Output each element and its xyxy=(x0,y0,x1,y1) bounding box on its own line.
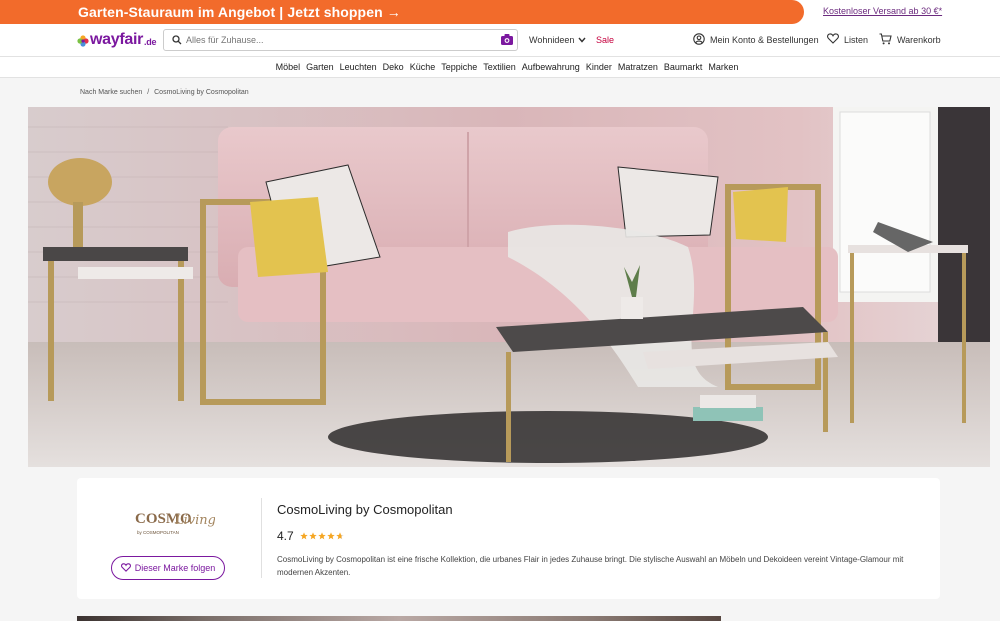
star-icon xyxy=(318,532,326,540)
breadcrumb-current: CosmoLiving by Cosmopolitan xyxy=(154,89,249,96)
card-divider xyxy=(261,498,262,578)
category-baumarkt[interactable]: Baumarkt xyxy=(664,62,703,72)
star-icon xyxy=(309,532,317,540)
heart-icon xyxy=(120,562,131,574)
follow-brand-button[interactable]: Dieser Marke folgen xyxy=(111,556,225,580)
logo-text: wayfair xyxy=(90,31,144,48)
brand-logo-subtext: by COSMOPOLITAN xyxy=(137,530,179,535)
nav-wohnideen[interactable]: Wohnideen xyxy=(529,35,586,45)
category-matratzen[interactable]: Matratzen xyxy=(618,62,658,72)
category-textilien[interactable]: Textilien xyxy=(483,62,516,72)
cart-icon xyxy=(879,33,892,47)
breadcrumb-parent[interactable]: Nach Marke suchen xyxy=(80,89,142,96)
free-shipping-link[interactable]: Kostenloser Versand ab 30 €* xyxy=(823,6,942,16)
category-deko[interactable]: Deko xyxy=(383,62,404,72)
category-aufbewahrung[interactable]: Aufbewahrung xyxy=(522,62,580,72)
category-leuchten[interactable]: Leuchten xyxy=(340,62,377,72)
account-label: Mein Konto & Bestellungen xyxy=(710,35,819,45)
chevron-down-icon xyxy=(578,35,586,45)
brand-card: COSMO Living by COSMOPOLITAN Dieser Mark… xyxy=(77,478,940,599)
logo-pinwheel-icon xyxy=(77,34,89,47)
category-marken[interactable]: Marken xyxy=(708,62,738,72)
brand-title: CosmoLiving by Cosmopolitan xyxy=(277,502,453,517)
breadcrumb-separator: / xyxy=(147,89,150,96)
promo-text[interactable]: Garten-Stauraum im Angebot | Jetzt shopp… xyxy=(78,4,401,20)
header: wayfair .de Wohnideen Sale Mein Konto & … xyxy=(0,24,1000,57)
promo-banner[interactable]: Garten-Stauraum im Angebot | Jetzt shopp… xyxy=(0,0,804,24)
search-input[interactable] xyxy=(186,35,517,45)
camera-icon[interactable] xyxy=(500,33,514,51)
nav-wohnideen-label: Wohnideen xyxy=(529,35,575,45)
breadcrumb: Nach Marke suchen / CosmoLiving by Cosmo… xyxy=(80,89,252,96)
category-kinder[interactable]: Kinder xyxy=(586,62,612,72)
category-teppiche[interactable]: Teppiche xyxy=(441,62,477,72)
lists-link[interactable]: Listen xyxy=(827,33,868,46)
search-bar[interactable] xyxy=(163,29,518,51)
logo-suffix: .de xyxy=(144,37,157,47)
search-icon[interactable] xyxy=(168,35,186,45)
category-kueche[interactable]: Küche xyxy=(410,62,436,72)
promo-bar: Garten-Stauraum im Angebot | Jetzt shopp… xyxy=(0,0,1000,24)
star-icon xyxy=(300,532,308,540)
cart-link[interactable]: Warenkorb xyxy=(879,33,941,47)
star-rating xyxy=(300,532,344,540)
heart-icon xyxy=(827,33,839,46)
brand-logo-script: Living xyxy=(174,513,215,528)
follow-brand-label: Dieser Marke folgen xyxy=(134,563,216,573)
brand-rating[interactable]: 4.7 xyxy=(277,529,344,543)
category-garten[interactable]: Garten xyxy=(306,62,334,72)
star-icon xyxy=(327,532,335,540)
category-moebel[interactable]: Möbel xyxy=(276,62,301,72)
user-icon xyxy=(693,33,705,47)
wayfair-logo[interactable]: wayfair .de xyxy=(77,31,156,49)
nav-sale[interactable]: Sale xyxy=(596,35,614,45)
hero-image xyxy=(28,107,990,467)
category-nav: Möbel Garten Leuchten Deko Küche Teppich… xyxy=(0,57,1000,78)
account-menu[interactable]: Mein Konto & Bestellungen xyxy=(693,33,819,47)
brand-description: CosmoLiving by Cosmopolitan ist eine fri… xyxy=(277,555,904,577)
rating-value: 4.7 xyxy=(277,529,294,543)
cart-label: Warenkorb xyxy=(897,35,941,45)
lists-label: Listen xyxy=(844,34,869,45)
star-icon xyxy=(336,532,344,540)
next-section-image xyxy=(77,616,721,621)
brand-logo: COSMO Living by COSMOPOLITAN xyxy=(135,508,216,545)
